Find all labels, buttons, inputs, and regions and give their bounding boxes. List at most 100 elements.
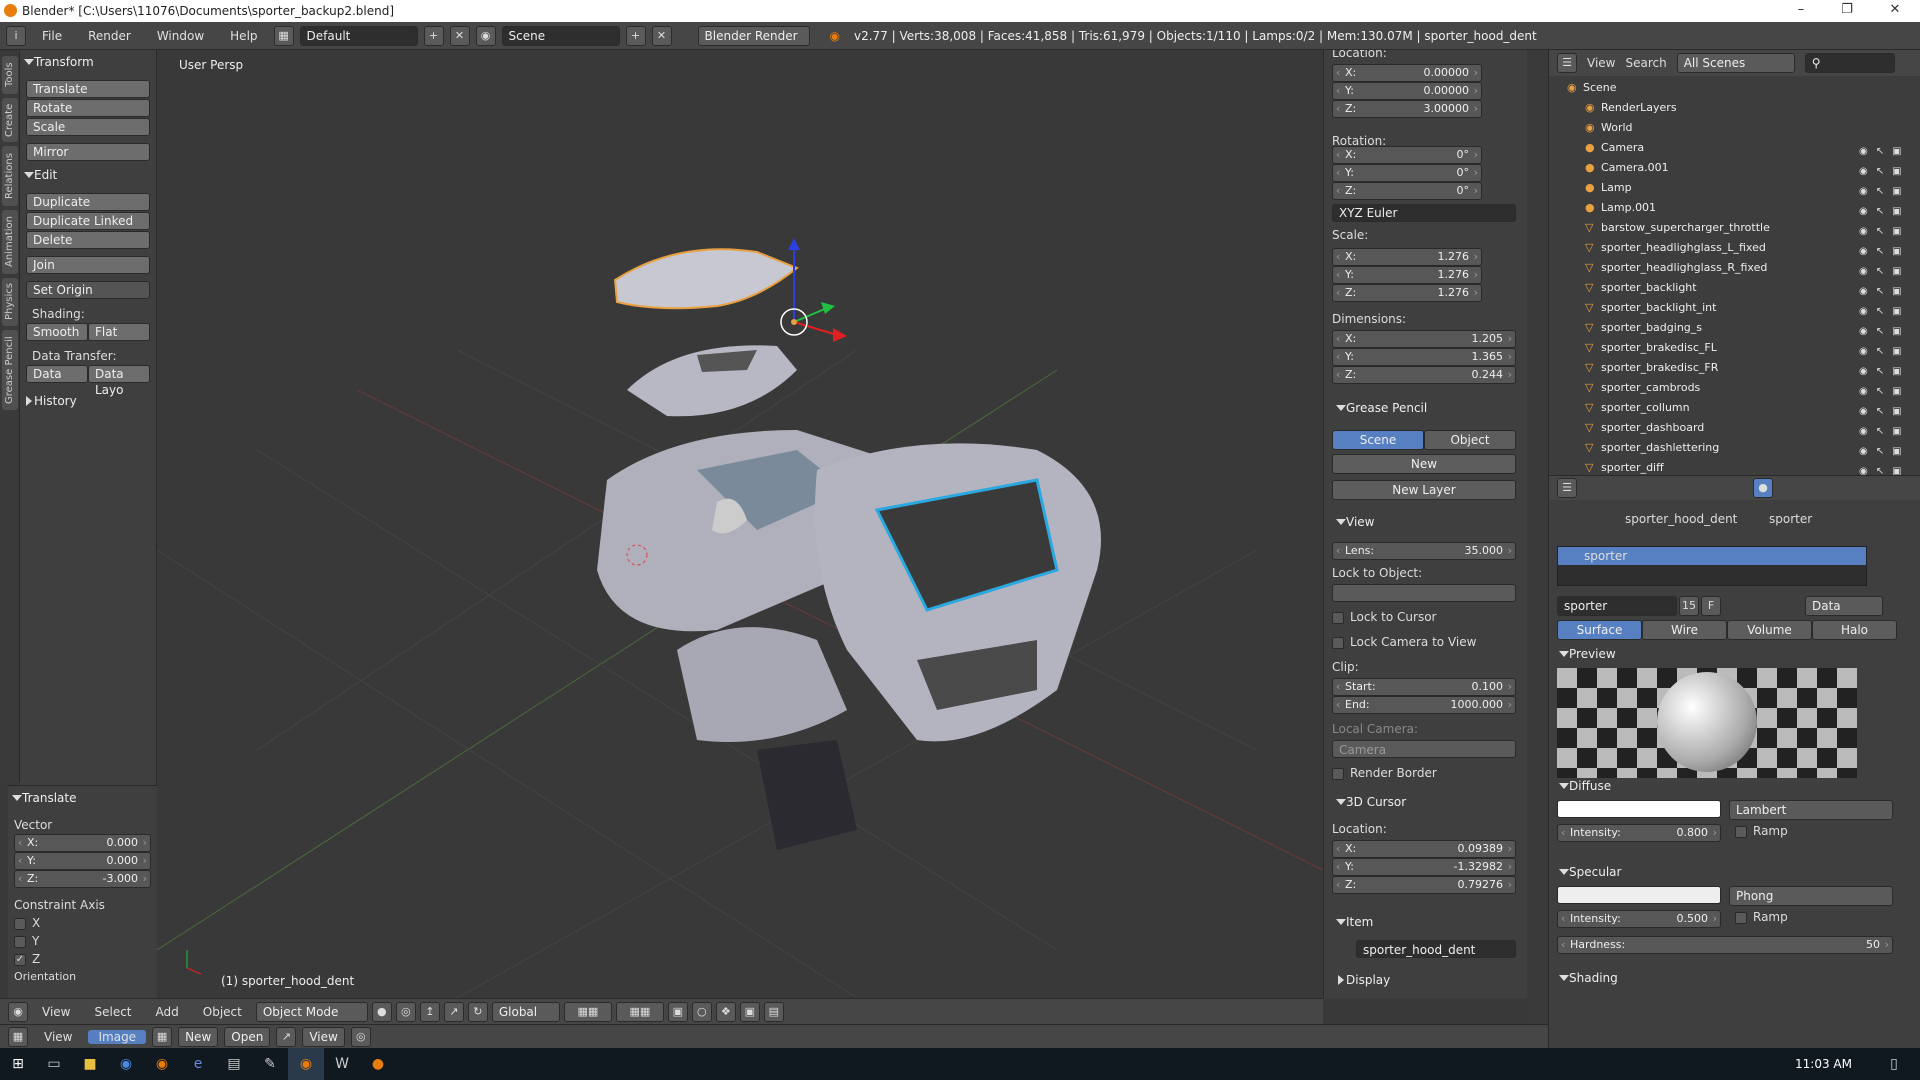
add-layout-icon[interactable]: + [423, 25, 444, 46]
view-header[interactable]: View [1332, 512, 1516, 532]
render-icon[interactable]: ▣ [739, 1001, 760, 1022]
mirror-button[interactable]: Mirror [26, 143, 150, 161]
menu-help[interactable]: Help [220, 29, 267, 43]
join-button[interactable]: Join [26, 256, 150, 274]
translate-manip-icon[interactable]: ↗ [443, 1001, 464, 1022]
snap-icon[interactable]: ❖ [715, 1001, 736, 1022]
specular-color[interactable] [1557, 886, 1721, 904]
viewport-editor-icon[interactable]: ◉ [8, 1001, 28, 1022]
outliner-editor-icon[interactable]: ☰ [1557, 53, 1577, 73]
shading-header[interactable]: Shading [1555, 968, 1618, 988]
render-border-checkbox[interactable]: Render Border [1332, 766, 1516, 780]
clip-start-field[interactable]: Start:0.100 [1332, 678, 1516, 696]
outliner-item[interactable]: ▽ sporter_cambrods ◉↖▣ [1549, 378, 1920, 398]
specular-intensity[interactable]: Intensity:0.500 [1557, 910, 1721, 928]
outliner-item[interactable]: ◉ World [1549, 118, 1920, 138]
mode-select[interactable]: Object Mode [255, 1001, 368, 1022]
outliner-item[interactable]: ▽ sporter_headlighglass_L_fixed ◉↖▣ [1549, 238, 1920, 258]
close-button[interactable]: ✕ [1872, 0, 1918, 22]
opengl-anim-icon[interactable]: ▤ [763, 1001, 784, 1022]
specular-shader-select[interactable]: Phong [1729, 886, 1893, 906]
outliner-filter-select[interactable]: All Scenes [1676, 53, 1795, 73]
3d-cursor-header[interactable]: 3D Cursor [1332, 792, 1516, 812]
props-editor-icon[interactable]: ☰ [1557, 478, 1577, 498]
cursor-z[interactable]: Z:0.79276 [1332, 876, 1516, 894]
visibility-icon[interactable]: ◉↖▣ [1859, 362, 1911, 377]
image-menu[interactable]: Image [88, 1029, 147, 1044]
outliner-item[interactable]: ▽ sporter_backlight_int ◉↖▣ [1549, 298, 1920, 318]
outliner-item[interactable]: ▽ sporter_backlight ◉↖▣ [1549, 278, 1920, 298]
layout-icon[interactable]: ▦ [273, 25, 294, 46]
location-x[interactable]: X:0.00000 [1332, 64, 1482, 82]
lens-field[interactable]: Lens:35.000 [1332, 542, 1516, 560]
visibility-icon[interactable]: ◉↖▣ [1859, 342, 1911, 357]
rotation-y[interactable]: Y:0° [1332, 164, 1482, 182]
tab-grease-pencil[interactable]: Grease Pencil [2, 330, 18, 410]
visibility-icon[interactable]: ◉↖▣ [1859, 222, 1911, 237]
start-icon[interactable]: ⊞ [0, 1048, 36, 1080]
cursor-y[interactable]: Y:-1.32982 [1332, 858, 1516, 876]
tab-tools[interactable]: Tools [2, 56, 18, 94]
orientation-select[interactable]: Global [491, 1001, 560, 1022]
specular-header[interactable]: Specular [1555, 862, 1621, 882]
visibility-icon[interactable]: ◉↖▣ [1859, 182, 1911, 197]
outliner-item[interactable]: ▽ sporter_collumn ◉↖▣ [1549, 398, 1920, 418]
outliner-item[interactable]: ▽ sporter_dashboard ◉↖▣ [1549, 418, 1920, 438]
outliner-item[interactable]: ◉ Scene [1549, 78, 1920, 98]
clock[interactable]: 11:03 AM [1795, 1057, 1852, 1071]
visibility-icon[interactable]: ◉↖▣ [1859, 442, 1911, 457]
visibility-icon[interactable]: ◉↖▣ [1859, 242, 1911, 257]
location-y[interactable]: Y:0.00000 [1332, 82, 1482, 100]
visibility-icon[interactable]: ◉↖▣ [1859, 142, 1911, 157]
lock-cursor-checkbox[interactable]: Lock to Cursor [1332, 610, 1516, 624]
edge-icon[interactable]: e [180, 1048, 216, 1080]
outliner-item[interactable]: ● Camera ◉↖▣ [1549, 138, 1920, 158]
material-name-field[interactable]: sporter [1557, 596, 1677, 616]
image-editor-icon[interactable]: ▦ [8, 1026, 28, 1047]
outliner-item[interactable]: ◉ RenderLayers [1549, 98, 1920, 118]
tab-animation[interactable]: Animation [2, 210, 18, 274]
open-image-button[interactable]: Open [224, 1026, 271, 1047]
visibility-icon[interactable]: ◉↖▣ [1859, 282, 1911, 297]
visibility-icon[interactable]: ◉↖▣ [1859, 462, 1911, 477]
vp-menu-object[interactable]: Object [193, 1005, 252, 1019]
outliner-item[interactable]: ▽ sporter_dashlettering ◉↖▣ [1549, 438, 1920, 458]
vp-menu-select[interactable]: Select [84, 1005, 141, 1019]
translate-button[interactable]: Translate [26, 80, 150, 98]
diffuse-intensity[interactable]: Intensity:0.800 [1557, 824, 1721, 842]
flat-button[interactable]: Flat [88, 323, 150, 341]
3d-viewport[interactable]: User Persp (1) sporter_hood_dent [157, 50, 1323, 998]
surface-tab[interactable]: Surface [1557, 620, 1642, 640]
halo-tab[interactable]: Halo [1812, 620, 1897, 640]
lock-layers-icon[interactable]: ▣ [667, 1001, 688, 1022]
visibility-icon[interactable]: ◉↖▣ [1859, 262, 1911, 277]
editor-type-icon[interactable]: i [6, 25, 26, 46]
dimension-x[interactable]: X:1.205 [1332, 330, 1516, 348]
diffuse-shader-select[interactable]: Lambert [1729, 800, 1893, 820]
dimension-y[interactable]: Y:1.365 [1332, 348, 1516, 366]
constraint-y[interactable]: Y [8, 932, 157, 950]
outliner-item[interactable]: ▽ barstow_supercharger_throttle ◉↖▣ [1549, 218, 1920, 238]
scale-y[interactable]: Y:1.276 [1332, 266, 1482, 284]
blender-task-icon[interactable]: ◉ [288, 1048, 324, 1080]
link-select[interactable]: Data [1805, 596, 1883, 616]
dimension-z[interactable]: Z:0.244 [1332, 366, 1516, 384]
diffuse-header[interactable]: Diffuse [1555, 776, 1611, 796]
vector-z-field[interactable]: Z:-3.000 [14, 870, 151, 888]
render-engine-select[interactable]: Blender Render [697, 25, 810, 46]
display-header[interactable]: Display [1332, 970, 1516, 990]
hood-object[interactable] [613, 248, 799, 310]
outliner-view-menu[interactable]: View [1587, 56, 1615, 70]
visibility-icon[interactable]: ◉↖▣ [1859, 202, 1911, 217]
remove-scene-icon[interactable]: ✕ [651, 25, 672, 46]
layers2-icon[interactable]: ▦▦ [615, 1001, 664, 1022]
outliner-item[interactable]: ▽ sporter_headlighglass_R_fixed ◉↖▣ [1549, 258, 1920, 278]
duplicate-button[interactable]: Duplicate [26, 193, 150, 211]
preview-header[interactable]: Preview [1555, 644, 1616, 664]
smooth-button[interactable]: Smooth [26, 323, 88, 341]
location-z[interactable]: Z:3.00000 [1332, 100, 1482, 118]
other-app-icon[interactable]: ● [360, 1048, 396, 1080]
specular-ramp-checkbox[interactable]: Ramp [1735, 910, 1788, 924]
menu-render[interactable]: Render [78, 29, 141, 43]
app-icon[interactable]: ▤ [216, 1048, 252, 1080]
